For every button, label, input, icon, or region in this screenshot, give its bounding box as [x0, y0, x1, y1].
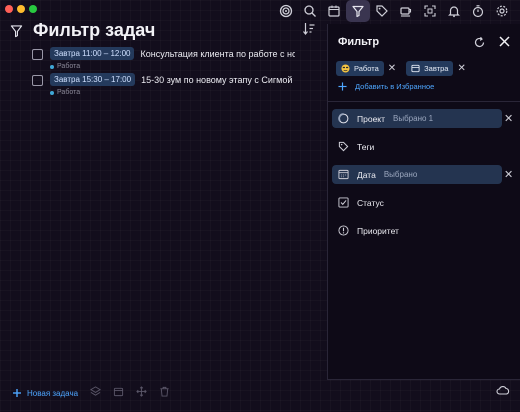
cloud-icon: [496, 385, 510, 395]
task-project-label: Работа: [57, 89, 81, 96]
layers-icon: [90, 386, 102, 396]
task-time-badge: Завтра 11:00 – 12:00: [50, 47, 135, 60]
add-to-favorites-button[interactable]: Добавить в Избранное: [338, 82, 434, 91]
filter-chip[interactable]: Работа: [336, 61, 384, 76]
plus-icon: [13, 389, 21, 397]
task-project: Работа: [50, 89, 296, 96]
filter-row-tags[interactable]: Теги: [332, 137, 502, 156]
settings-button[interactable]: [490, 0, 514, 22]
task-list-area: Фильтр задач Завтра 11:00 – 12:00 Консул…: [0, 0, 327, 412]
close-filter-button[interactable]: [498, 35, 511, 53]
tag-icon: [376, 5, 388, 17]
coffee-button[interactable]: [394, 0, 418, 22]
task-time-badge: Завтра 15:30 – 17:00: [50, 73, 136, 86]
filter-chip-label: Работа: [354, 64, 379, 73]
sort-icon: [303, 23, 315, 35]
calendar-icon: [113, 387, 124, 397]
remove-chip-button[interactable]: ✕: [457, 63, 465, 74]
calendar-icon: [328, 5, 340, 17]
reset-filter-button[interactable]: [473, 36, 486, 54]
task-title: 15-30 зум по новому этапу с Сигмой: [141, 74, 293, 85]
filter-row-label: Статус: [357, 197, 384, 208]
filter-icon: [10, 24, 23, 37]
filter-panel-title: Фильтр: [338, 36, 380, 48]
filter-row-priority[interactable]: Приоритет: [332, 221, 502, 240]
task-checkbox[interactable]: [32, 49, 43, 60]
calendar-icon: [411, 64, 420, 73]
task-item[interactable]: Завтра 11:00 – 12:00 Консультация клиент…: [32, 47, 296, 70]
tag-icon: [338, 141, 349, 152]
task-project-label: Работа: [57, 63, 81, 70]
gear-icon: [496, 5, 508, 17]
add-to-favorites-label: Добавить в Избранное: [355, 82, 435, 91]
calendar-icon: [338, 169, 349, 180]
delete-button[interactable]: [159, 384, 170, 402]
trash-icon: [160, 386, 169, 397]
layers-button[interactable]: [90, 384, 102, 402]
filter-chip[interactable]: Завтра: [406, 61, 454, 76]
task-project: Работа: [50, 63, 295, 70]
page-title: Фильтр задач: [33, 20, 156, 40]
coffee-cup-icon: [400, 7, 412, 17]
task-title: Консультация клиента по работе с новым: [140, 48, 296, 59]
filter-row-date[interactable]: Дата Выбрано: [332, 165, 502, 184]
clear-project-filter-button[interactable]: ✕: [504, 112, 513, 125]
new-task-label: Новая задача: [27, 388, 79, 398]
task-checkbox[interactable]: [32, 75, 43, 86]
filter-row-label: Теги: [357, 141, 375, 152]
checkbox-icon: [338, 197, 349, 208]
new-task-button[interactable]: Новая задача: [12, 388, 78, 398]
project-color-dot: [50, 64, 54, 69]
filter-icon: [352, 5, 364, 18]
sort-button[interactable]: [302, 22, 316, 40]
filter-row-label: Дата: [357, 169, 376, 180]
filter-row-label: Приоритет: [357, 225, 399, 236]
face-emoji-icon: [341, 64, 350, 73]
move-button[interactable]: [136, 384, 147, 402]
notifications-button[interactable]: [442, 0, 466, 22]
filter-row-project[interactable]: Проект Выбрано 1: [332, 109, 502, 128]
scan-button[interactable]: [418, 0, 442, 22]
reset-arrow-icon: [474, 36, 485, 48]
clear-date-filter-button[interactable]: ✕: [504, 168, 513, 181]
circle-progress-icon: [338, 113, 349, 124]
schedule-button[interactable]: [113, 384, 124, 402]
filter-button[interactable]: [346, 0, 370, 22]
task-item[interactable]: Завтра 15:30 – 17:00 15-30 зум по новому…: [32, 73, 296, 96]
filter-panel: Фильтр Работа ✕ Завтра ✕ Добавить в Избр…: [327, 24, 520, 380]
filter-row-selection: Выбрано: [383, 170, 418, 179]
filter-row-status[interactable]: Статус: [332, 193, 502, 212]
close-icon: [499, 36, 510, 47]
exclamation-circle-icon: [338, 225, 349, 236]
bell-icon: [448, 6, 460, 18]
plus-icon: [338, 82, 347, 91]
filter-row-selection: Выбрано 1: [393, 114, 434, 123]
scan-frame-icon: [424, 5, 436, 17]
page-header: Фильтр задач: [10, 20, 155, 41]
active-filter-chips: Работа ✕ Завтра ✕: [336, 61, 472, 76]
stopwatch-icon: [472, 5, 484, 18]
filter-row-label: Проект: [357, 113, 385, 124]
divider: [328, 101, 520, 102]
tags-button[interactable]: [370, 0, 394, 22]
remove-chip-button[interactable]: ✕: [388, 63, 396, 74]
filter-chip-label: Завтра: [424, 64, 449, 73]
timer-button[interactable]: [466, 0, 490, 22]
sync-button[interactable]: [496, 382, 510, 400]
move-arrows-icon: [136, 386, 147, 397]
bottom-toolbar: Новая задача: [12, 384, 170, 402]
project-color-dot: [50, 90, 54, 95]
